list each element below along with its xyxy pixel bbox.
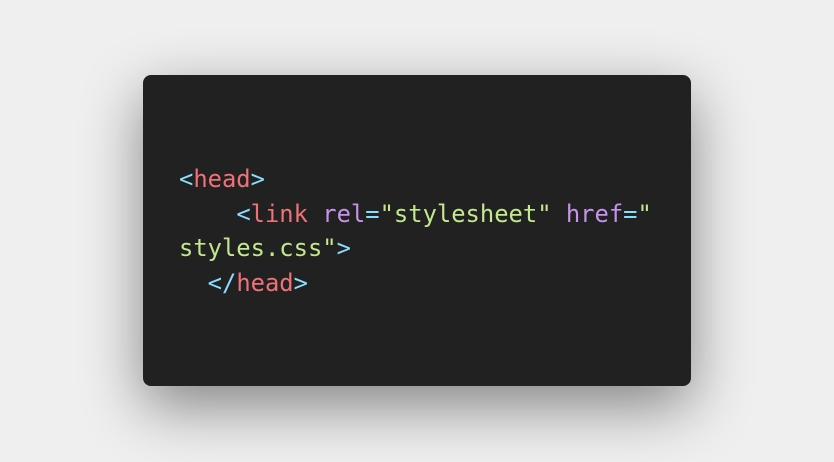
code-punctuation: > — [250, 165, 265, 193]
code-punctuation: > — [293, 268, 308, 297]
code-block: <head> <link rel="stylesheet" href=" styl… — [179, 162, 652, 300]
code-attribute: rel — [322, 199, 366, 228]
code-tag-name: head — [193, 165, 251, 193]
code-punctuation: > — [336, 234, 351, 263]
code-string: styles.css" — [179, 234, 337, 263]
code-tag-name: head — [236, 268, 294, 297]
code-line: styles.css"> — [179, 231, 652, 266]
code-attribute: href — [565, 199, 624, 228]
code-punctuation: < — [236, 199, 251, 228]
code-punctuation: = — [365, 199, 380, 228]
code-string: "stylesheet" — [379, 199, 552, 228]
code-punctuation: = — [623, 199, 638, 228]
code-punctuation: < — [179, 165, 194, 193]
code-string: " — [637, 199, 652, 228]
code-line: <link rel="stylesheet" href=" — [179, 197, 652, 232]
code-punctuation: </ — [207, 268, 237, 297]
code-line: </head> — [179, 266, 652, 301]
code-line: <head> — [179, 162, 652, 197]
code-tag-name: link — [250, 199, 308, 228]
